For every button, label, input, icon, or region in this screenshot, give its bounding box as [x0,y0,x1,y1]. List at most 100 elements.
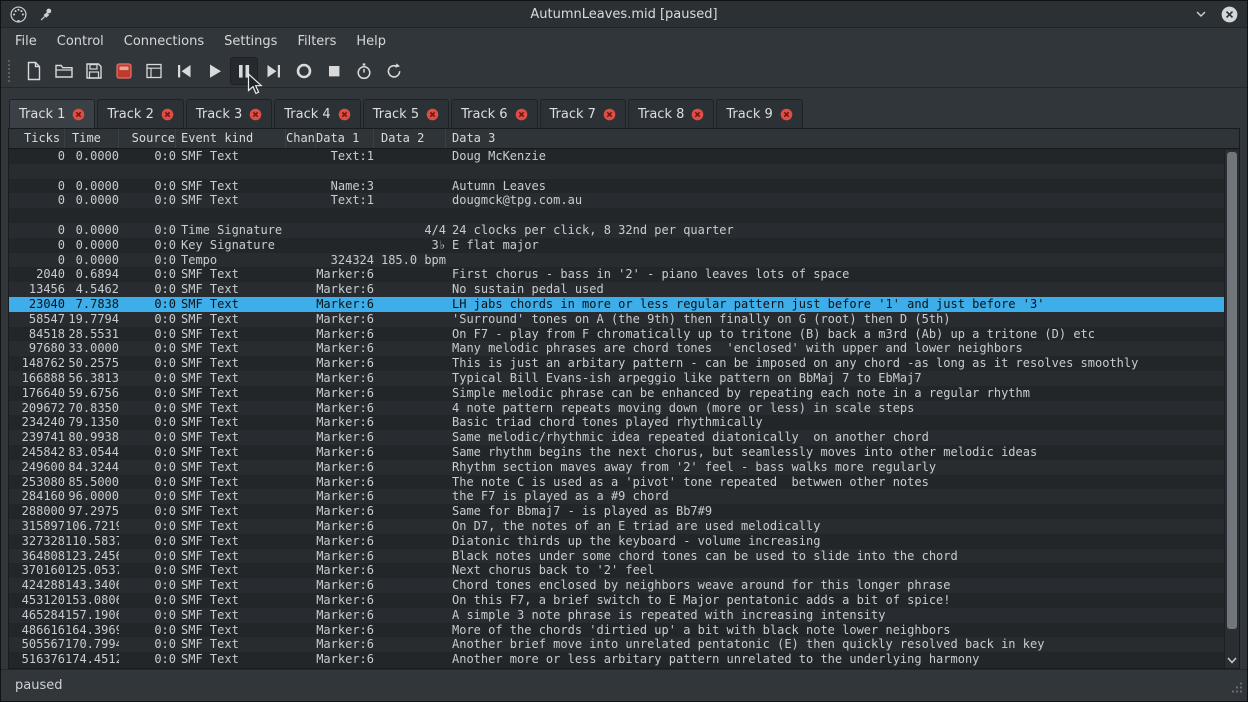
event-row[interactable]: 00.00000:0SMF TextText:1dougmck@tpg.com.… [9,193,1224,208]
event-row[interactable]: 16688856.38130:0SMF TextMarker:6Typical … [9,371,1224,386]
event-row[interactable]: 24960084.32440:0SMF TextMarker:6Rhythm s… [9,460,1224,475]
column-header-data1[interactable]: Data 1 [316,129,374,148]
menu-settings[interactable]: Settings [214,30,287,53]
menu-control[interactable]: Control [47,30,114,53]
tab-close-icon[interactable] [691,108,704,121]
title-bar[interactable]: AutumnLeaves.mid [paused] [1,1,1247,28]
menu-filters[interactable]: Filters [287,30,346,53]
cell-d1 [316,208,374,223]
event-row[interactable]: 00.00000:0SMF TextName:3Autumn Leaves [9,179,1224,194]
tab-close-icon[interactable] [426,108,439,121]
event-list-button[interactable] [140,57,168,85]
cell-d2 [374,208,446,223]
tab-close-icon[interactable] [780,108,793,121]
tab-track-3[interactable]: Track 3 [186,99,272,128]
tab-track-8[interactable]: Track 8 [628,99,714,128]
cell-ticks: 245842 [17,445,65,460]
new-file-button[interactable] [20,57,48,85]
skip-forward-button[interactable] [260,57,288,85]
toolbar-grip[interactable] [8,60,14,82]
tab-close-icon[interactable] [249,108,262,121]
tab-close-icon[interactable] [515,108,528,121]
event-row[interactable]: 8451828.55310:0SMF TextMarker:6On F7 - p… [9,327,1224,342]
cell-chan [286,563,316,578]
event-row[interactable]: 486616164.39690:0SMF TextMarker:6More of… [9,623,1224,638]
cell-d2 [374,267,446,282]
column-header-event-kind[interactable]: Event kind [176,129,286,148]
menu-connections[interactable]: Connections [114,30,214,53]
scrollbar-thumb[interactable] [1227,152,1237,629]
event-row[interactable]: 5854719.77940:0SMF TextMarker:6'Surround… [9,312,1224,327]
event-row[interactable]: 23424079.13500:0SMF TextMarker:6Basic tr… [9,415,1224,430]
timer-button[interactable] [350,57,378,85]
event-row[interactable] [9,164,1224,179]
event-row[interactable]: 23974180.99380:0SMF TextMarker:6Same mel… [9,430,1224,445]
tab-close-icon[interactable] [161,108,174,121]
event-row[interactable]: 24584283.05440:0SMF TextMarker:6Same rhy… [9,445,1224,460]
menu-help[interactable]: Help [346,30,396,53]
event-row[interactable]: 25308085.50000:0SMF TextMarker:6The note… [9,475,1224,490]
play-button[interactable] [200,57,228,85]
column-header-data3[interactable]: Data 3 [446,129,1239,148]
event-row[interactable]: 00.00000:0Time Signature4/424 clocks per… [9,223,1224,238]
cell-time: 0.0000 [65,238,119,253]
tab-track-2[interactable]: Track 2 [97,99,183,128]
event-row[interactable]: 9768033.00000:0SMF TextMarker:6Many melo… [9,341,1224,356]
shade-chevron-down-icon[interactable] [1191,4,1211,24]
event-row[interactable]: 364808123.24560:0SMF TextMarker:6Black n… [9,549,1224,564]
column-header-ticks[interactable]: Ticks [17,129,65,148]
open-file-button[interactable] [50,57,78,85]
tab-track-1[interactable]: Track 1 [9,99,95,128]
pin-icon[interactable] [36,4,56,24]
record-indicator-button[interactable] [110,57,138,85]
column-header-time[interactable]: Time [65,129,119,148]
event-row[interactable]: 17664059.67560:0SMF TextMarker:6Simple m… [9,386,1224,401]
tab-track-7[interactable]: Track 7 [540,99,626,128]
stop-button[interactable] [320,57,348,85]
event-row[interactable]: 20967270.83500:0SMF TextMarker:64 note p… [9,401,1224,416]
record-icon [293,60,315,82]
event-row[interactable]: 505567170.79940:0SMF TextMarker:6Another… [9,637,1224,652]
event-row[interactable]: 516376174.45120:0SMF TextMarker:6Another… [9,652,1224,667]
column-header-source[interactable]: Source [119,129,176,148]
event-row[interactable]: 28800097.29750:0SMF TextMarker:6Same for… [9,504,1224,519]
tab-track-9[interactable]: Track 9 [716,99,802,128]
column-header-data2[interactable]: Data 2 [374,129,446,148]
cell-time: 0.0000 [65,193,119,208]
tab-label: Track 3 [196,107,242,122]
pause-button[interactable] [230,57,258,85]
close-button[interactable] [1219,4,1239,24]
record-button[interactable] [290,57,318,85]
tab-track-5[interactable]: Track 5 [363,99,449,128]
event-row[interactable]: 453120153.08060:0SMF TextMarker:6On this… [9,593,1224,608]
event-row[interactable]: 00.00000:0SMF TextText:1Doug McKenzie [9,149,1224,164]
event-row[interactable]: 370160125.05370:0SMF TextMarker:6Next ch… [9,563,1224,578]
event-row[interactable]: 00.00000:0Tempo324324185.0 bpm [9,253,1224,268]
event-row[interactable]: 14876250.25750:0SMF TextMarker:6This is … [9,356,1224,371]
event-row[interactable]: 465284157.19060:0SMF TextMarker:6A simpl… [9,608,1224,623]
column-header-chan[interactable]: Chan [286,129,316,148]
event-row[interactable]: 315897106.72190:0SMF TextMarker:6On D7, … [9,519,1224,534]
event-row[interactable]: 230407.78380:0SMF TextMarker:6LH jabs ch… [9,297,1224,312]
save-file-button[interactable] [80,57,108,85]
tab-close-icon[interactable] [603,108,616,121]
tab-close-icon[interactable] [338,108,351,121]
tab-track-6[interactable]: Track 6 [451,99,537,128]
event-row[interactable]: 327328110.58370:0SMF TextMarker:6Diatoni… [9,534,1224,549]
event-row[interactable]: 28416096.00000:0SMF TextMarker:6the F7 i… [9,489,1224,504]
skip-backward-button[interactable] [170,57,198,85]
tab-track-4[interactable]: Track 4 [274,99,360,128]
cell-event: SMF Text [176,179,286,194]
loop-button[interactable] [380,57,408,85]
event-row[interactable] [9,208,1224,223]
scroll-down-button[interactable] [1225,653,1239,667]
cell-source: 0:0 [119,430,176,445]
menu-file[interactable]: File [5,30,47,53]
vertical-scrollbar[interactable] [1224,150,1239,668]
event-row[interactable]: 20400.68940:0SMF TextMarker:6First choru… [9,267,1224,282]
event-row[interactable]: 424288143.34060:0SMF TextMarker:6Chord t… [9,578,1224,593]
event-row[interactable]: 00.00000:0Key Signature3♭E flat major [9,238,1224,253]
event-row[interactable]: 134564.54620:0SMF TextMarker:6No sustain… [9,282,1224,297]
resize-grip-icon[interactable] [1231,681,1243,697]
tab-close-icon[interactable] [72,108,85,121]
